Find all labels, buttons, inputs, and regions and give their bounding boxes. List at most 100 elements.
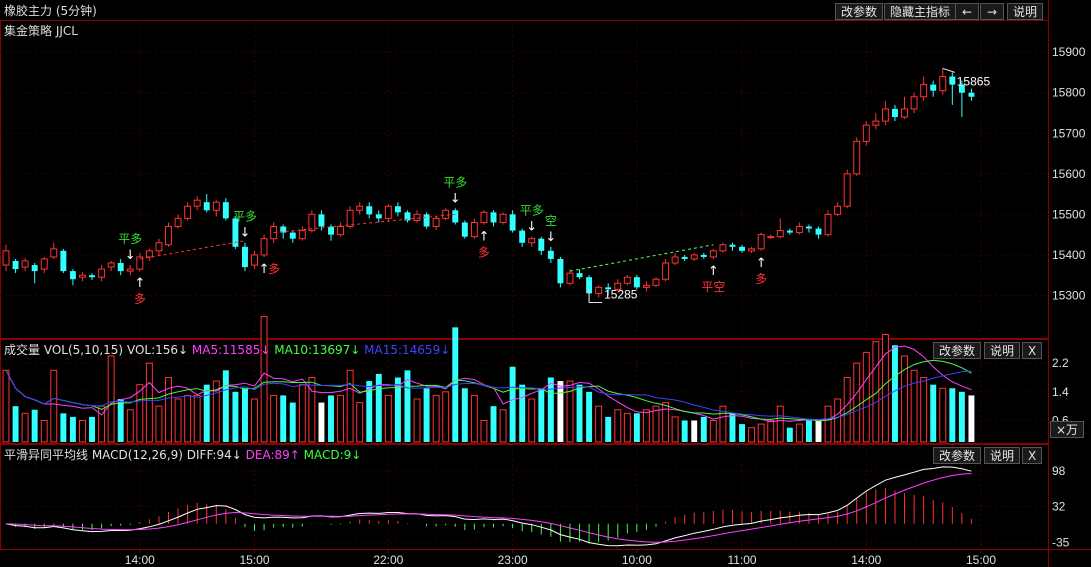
volume-bar xyxy=(318,402,325,442)
volume-bar xyxy=(557,381,564,442)
macd-tick-label: 32 xyxy=(1052,499,1066,513)
candle-body xyxy=(155,242,163,252)
candle-body xyxy=(776,230,784,238)
candle-body xyxy=(31,265,38,272)
volume-bar xyxy=(356,402,364,443)
candle-body xyxy=(490,212,497,223)
candle-body xyxy=(2,250,10,266)
candle-body xyxy=(98,268,106,278)
candle-body xyxy=(623,276,631,284)
volume-bar xyxy=(442,391,450,443)
candle-body xyxy=(203,202,210,211)
modify-params-button[interactable]: 改参数 xyxy=(835,3,884,20)
volume-bar xyxy=(470,394,478,443)
candle-body xyxy=(442,209,450,219)
volume-modify-params-button[interactable]: 改参数 xyxy=(933,342,982,359)
candle-body xyxy=(681,256,688,259)
volume-bar xyxy=(920,377,928,443)
candle-body xyxy=(40,258,48,270)
left-arrow-button[interactable]: ← xyxy=(955,3,979,20)
volume-bar xyxy=(700,416,707,442)
volume-bar xyxy=(739,424,745,442)
volume-bar xyxy=(528,398,536,443)
main-title: 橡胶主力 (5分钟) xyxy=(4,4,97,18)
volume-help-button[interactable]: 说明 xyxy=(984,342,1021,359)
volume-bar xyxy=(958,391,965,442)
volume-bar xyxy=(519,384,526,442)
volume-bar xyxy=(509,366,516,442)
candle-body xyxy=(662,262,670,280)
candle-body xyxy=(824,213,832,236)
candle-body xyxy=(328,226,334,235)
volume-bar xyxy=(805,420,812,442)
candle-body xyxy=(843,173,851,207)
volume-bar xyxy=(595,405,603,443)
volume-bar xyxy=(242,388,248,442)
candle-body xyxy=(795,226,803,234)
candle-body xyxy=(117,263,124,272)
volume-close-button[interactable]: X xyxy=(1022,342,1043,359)
help-button[interactable]: 说明 xyxy=(1007,3,1044,20)
candle-body xyxy=(633,277,640,288)
volume-header: 成交量 VOL(5,10,15) VOL:156↓ MA5:11585↓ MA1… xyxy=(4,341,450,358)
volume-bar xyxy=(968,395,975,442)
volume-bar xyxy=(834,398,842,443)
candle-body xyxy=(308,213,316,232)
time-tick-label: 14:00 xyxy=(125,553,155,567)
volume-bar xyxy=(155,405,163,443)
volume-bar xyxy=(461,388,468,442)
volume-bar xyxy=(298,384,306,443)
signal-label: 平空 xyxy=(701,280,725,294)
signal-label: 空 xyxy=(545,214,557,228)
candle-body xyxy=(815,228,822,235)
volume-bar xyxy=(939,387,947,443)
volume-bar xyxy=(328,395,334,442)
volume-tick-label: 2.2 xyxy=(1052,356,1069,370)
candle-body xyxy=(786,230,793,233)
right-arrow-button[interactable]: → xyxy=(980,3,1004,20)
volume-bar xyxy=(671,416,679,443)
macd-modify-params-button[interactable]: 改参数 xyxy=(933,447,982,464)
macd-help-button[interactable]: 说明 xyxy=(984,447,1021,464)
volume-bar xyxy=(586,391,593,442)
volume-bar xyxy=(776,405,784,443)
volume-bar xyxy=(337,394,345,443)
signal-arrow: ↓ xyxy=(545,230,556,245)
signal-label: 平多 xyxy=(233,210,257,224)
volume-bar xyxy=(547,377,554,442)
time-tick-label: 15:00 xyxy=(966,553,996,567)
candle-body xyxy=(242,246,248,268)
signal-arrow: ↓ xyxy=(450,191,461,206)
vol-value: VOL:156↓ xyxy=(126,343,189,357)
axes: 15900 15800 15700 15600 15500 15400 15300 2.2 1.… xyxy=(125,45,1086,567)
volume-bar xyxy=(136,384,144,443)
signal-arrow: ↓ xyxy=(526,220,537,235)
candle-body xyxy=(595,286,603,294)
hide-indicator-button[interactable]: 隐藏主指标 xyxy=(884,3,957,20)
candle-body xyxy=(920,84,928,98)
candle-body xyxy=(557,258,564,284)
volume-bar xyxy=(423,388,430,442)
candle-body xyxy=(452,210,459,223)
volume-unit-button[interactable]: ×万 xyxy=(1050,421,1085,438)
volume-bar xyxy=(930,384,937,442)
volume-bar xyxy=(499,409,507,443)
candle-body xyxy=(700,254,707,257)
macd-tick-label: 98 xyxy=(1052,464,1066,478)
volume-bar xyxy=(748,427,756,443)
candle-body xyxy=(69,271,76,280)
macd-close-button[interactable]: X xyxy=(1022,447,1043,464)
volume-bar xyxy=(795,423,803,443)
candle-body xyxy=(642,284,650,288)
price-tick-label: 15800 xyxy=(1052,86,1086,100)
candle-body xyxy=(671,256,679,264)
diff-value: DIFF:94↓ xyxy=(186,448,242,462)
ma10-value: MA10:13697↓ xyxy=(274,343,361,357)
candle-body xyxy=(384,205,392,219)
candle-body xyxy=(356,205,364,211)
volume-bar xyxy=(346,369,354,443)
volume-bar xyxy=(12,406,19,442)
signals: ↓平多↑多↓平多↑多↓平多↑多↓平多↓空↑平空↑多 xyxy=(118,175,767,306)
time-tick-label: 11:00 xyxy=(727,553,756,567)
volume-bar xyxy=(480,420,488,443)
